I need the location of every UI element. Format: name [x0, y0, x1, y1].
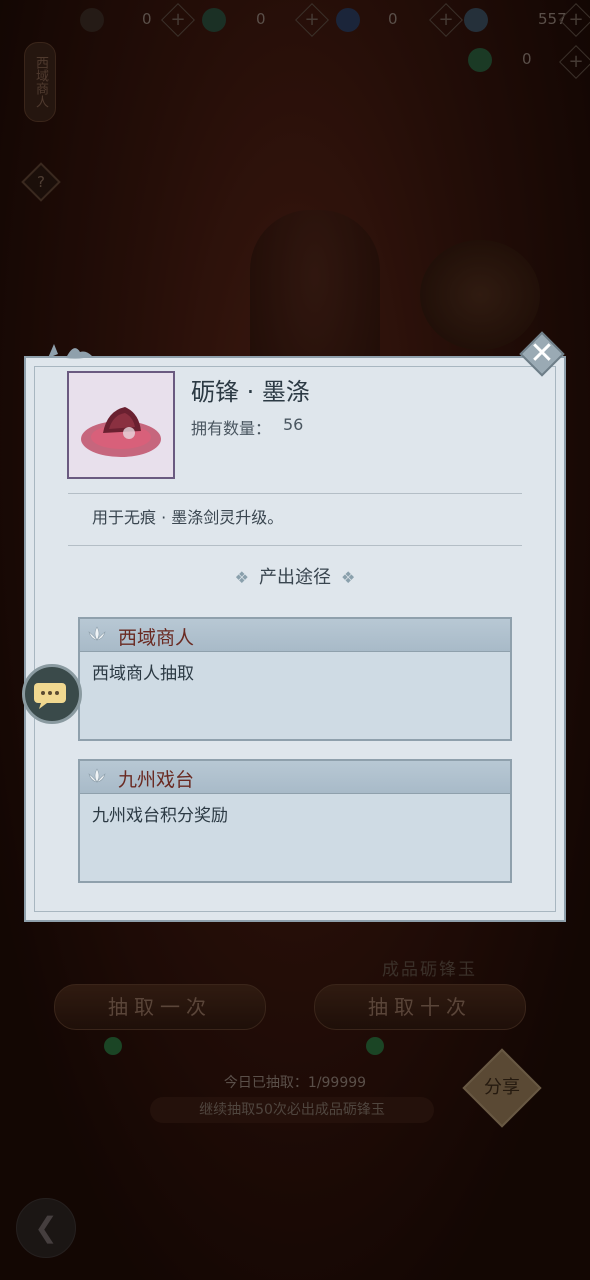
ornament-icon: ❖	[234, 568, 249, 587]
item-name: 砺锋 · 墨涤	[191, 378, 310, 406]
divider	[68, 545, 522, 546]
source-card-header: 九州戏台	[80, 761, 510, 794]
divider	[68, 493, 522, 494]
owned-count: 56	[283, 415, 304, 434]
close-button[interactable]: ✕	[519, 331, 565, 377]
whetstone-icon	[81, 407, 161, 457]
source-title-text: 产出途径	[259, 567, 331, 588]
source-card-header: 西域商人	[80, 619, 510, 652]
source-name: 西域商人	[118, 627, 195, 649]
chat-button[interactable]	[22, 664, 82, 724]
owned-label: 拥有数量：	[191, 419, 272, 438]
close-icon: ✕	[529, 336, 555, 371]
lotus-icon	[88, 626, 106, 641]
chat-bubble-icon	[34, 683, 66, 709]
source-section-title: ❖ 产出途径 ❖	[0, 563, 590, 589]
source-detail: 西域商人抽取	[92, 664, 194, 684]
lotus-icon	[88, 768, 106, 783]
birds-icon	[48, 344, 92, 359]
source-name: 九州戏台	[118, 769, 195, 791]
source-detail: 九州戏台积分奖励	[92, 806, 228, 826]
item-thumbnail	[67, 371, 175, 479]
ornament-icon: ❖	[341, 568, 356, 587]
source-card-western-merchant[interactable]: 西域商人 西域商人抽取	[78, 617, 512, 741]
item-description: 用于无痕 · 墨涤剑灵升级。	[92, 508, 284, 527]
source-card-jiuzhou-stage[interactable]: 九州戏台 九州戏台积分奖励	[78, 759, 512, 883]
